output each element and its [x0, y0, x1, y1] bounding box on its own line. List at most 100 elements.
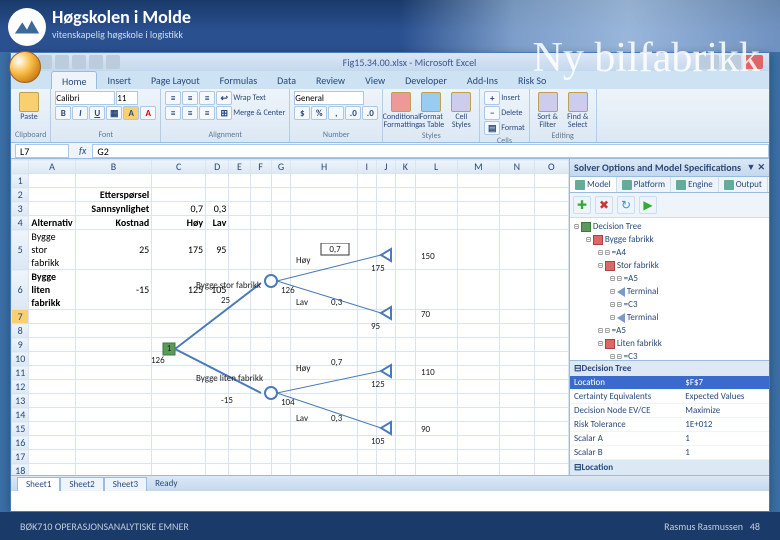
cell-L11[interactable]: [415, 366, 457, 380]
cell-C17[interactable]: [152, 450, 206, 464]
cell-F11[interactable]: [250, 366, 271, 380]
cell-J12[interactable]: [376, 380, 395, 394]
cell-I6[interactable]: [357, 270, 376, 310]
cell-H6[interactable]: [291, 270, 357, 310]
cell-C7[interactable]: [152, 310, 206, 324]
cell-B9[interactable]: [75, 338, 152, 352]
cell-F8[interactable]: [250, 324, 271, 338]
cell-E2[interactable]: [229, 188, 250, 202]
cell-I9[interactable]: [357, 338, 376, 352]
cell-F18[interactable]: [250, 464, 271, 476]
cell-H2[interactable]: [291, 188, 357, 202]
align-right-button[interactable]: ≡: [199, 106, 215, 120]
cell-H14[interactable]: [291, 408, 357, 422]
cell-H4[interactable]: [291, 216, 357, 230]
cell-I13[interactable]: [357, 394, 376, 408]
cell-M5[interactable]: [457, 230, 500, 270]
cell-C8[interactable]: [152, 324, 206, 338]
cell-L14[interactable]: [415, 408, 457, 422]
cell-A14[interactable]: [29, 408, 75, 422]
cell-O7[interactable]: [534, 310, 568, 324]
cell-O6[interactable]: [534, 270, 568, 310]
cell-N13[interactable]: [500, 394, 534, 408]
cell-O2[interactable]: [534, 188, 568, 202]
cell-G16[interactable]: [271, 436, 291, 450]
cell-L1[interactable]: [415, 174, 457, 188]
cell-L8[interactable]: [415, 324, 457, 338]
cell-N9[interactable]: [500, 338, 534, 352]
cell-J1[interactable]: [376, 174, 395, 188]
ribbon-tab-formulas[interactable]: Formulas: [210, 71, 267, 89]
solver-tab-output[interactable]: Output: [719, 177, 768, 192]
cell-J16[interactable]: [376, 436, 395, 450]
solver-add-icon[interactable]: ✚: [573, 196, 591, 214]
cell-L2[interactable]: [415, 188, 457, 202]
cell-J6[interactable]: [376, 270, 395, 310]
col-header[interactable]: E: [229, 160, 250, 174]
cell-J2[interactable]: [376, 188, 395, 202]
cell-L6[interactable]: [415, 270, 457, 310]
cell-F1[interactable]: [250, 174, 271, 188]
cell-O12[interactable]: [534, 380, 568, 394]
sheet-tab-sheet1[interactable]: Sheet1: [17, 477, 60, 491]
cell-N17[interactable]: [500, 450, 534, 464]
cell-L16[interactable]: [415, 436, 457, 450]
align-center-button[interactable]: ≡: [182, 106, 198, 120]
font-size-input[interactable]: [116, 91, 138, 105]
ribbon-tab-developer[interactable]: Developer: [395, 71, 457, 89]
cell-E14[interactable]: [229, 408, 250, 422]
cell-F13[interactable]: [250, 394, 271, 408]
fill-color-button[interactable]: A: [123, 106, 139, 120]
qat-redo-icon[interactable]: [55, 55, 69, 69]
cell-M7[interactable]: [457, 310, 500, 324]
cell-K12[interactable]: [396, 380, 416, 394]
cell-A15[interactable]: [29, 422, 75, 436]
cell-A7[interactable]: [29, 310, 75, 324]
cell-C4[interactable]: Høy: [152, 216, 206, 230]
cell-I18[interactable]: [357, 464, 376, 476]
cell-D11[interactable]: [206, 366, 229, 380]
row-header[interactable]: 3: [12, 202, 29, 216]
cell-F4[interactable]: [250, 216, 271, 230]
cell-A1[interactable]: [29, 174, 75, 188]
cell-C11[interactable]: [152, 366, 206, 380]
cell-K17[interactable]: [396, 450, 416, 464]
cell-H12[interactable]: [291, 380, 357, 394]
cell-L10[interactable]: [415, 352, 457, 366]
cell-H15[interactable]: [291, 422, 357, 436]
cell-K18[interactable]: [396, 464, 416, 476]
cell-N1[interactable]: [500, 174, 534, 188]
cell-E4[interactable]: [229, 216, 250, 230]
cell-F2[interactable]: [250, 188, 271, 202]
cell-D17[interactable]: [206, 450, 229, 464]
cell-C18[interactable]: [152, 464, 206, 476]
cell-A8[interactable]: [29, 324, 75, 338]
cell-L17[interactable]: [415, 450, 457, 464]
cell-K2[interactable]: [396, 188, 416, 202]
cell-J7[interactable]: [376, 310, 395, 324]
cell-M9[interactable]: [457, 338, 500, 352]
cell-O4[interactable]: [534, 216, 568, 230]
cell-G13[interactable]: [271, 394, 291, 408]
cell-N4[interactable]: [500, 216, 534, 230]
cell-C13[interactable]: [152, 394, 206, 408]
cell-I15[interactable]: [357, 422, 376, 436]
format-table-button[interactable]: Format as Table: [417, 91, 445, 130]
cell-D4[interactable]: Lav: [206, 216, 229, 230]
cell-J15[interactable]: [376, 422, 395, 436]
cell-K15[interactable]: [396, 422, 416, 436]
row-header[interactable]: 6: [12, 270, 29, 310]
inc-decimal-button[interactable]: .0: [345, 106, 361, 120]
italic-button[interactable]: I: [72, 106, 88, 120]
cell-K14[interactable]: [396, 408, 416, 422]
col-header[interactable]: N: [500, 160, 534, 174]
solver-tree-node[interactable]: ⊟Bygge fabrikk: [574, 233, 765, 246]
cell-G9[interactable]: [271, 338, 291, 352]
cell-A18[interactable]: [29, 464, 75, 476]
col-header[interactable]: M: [457, 160, 500, 174]
cell-O3[interactable]: [534, 202, 568, 216]
cell-N14[interactable]: [500, 408, 534, 422]
cell-D15[interactable]: [206, 422, 229, 436]
cell-M1[interactable]: [457, 174, 500, 188]
cell-E6[interactable]: [229, 270, 250, 310]
